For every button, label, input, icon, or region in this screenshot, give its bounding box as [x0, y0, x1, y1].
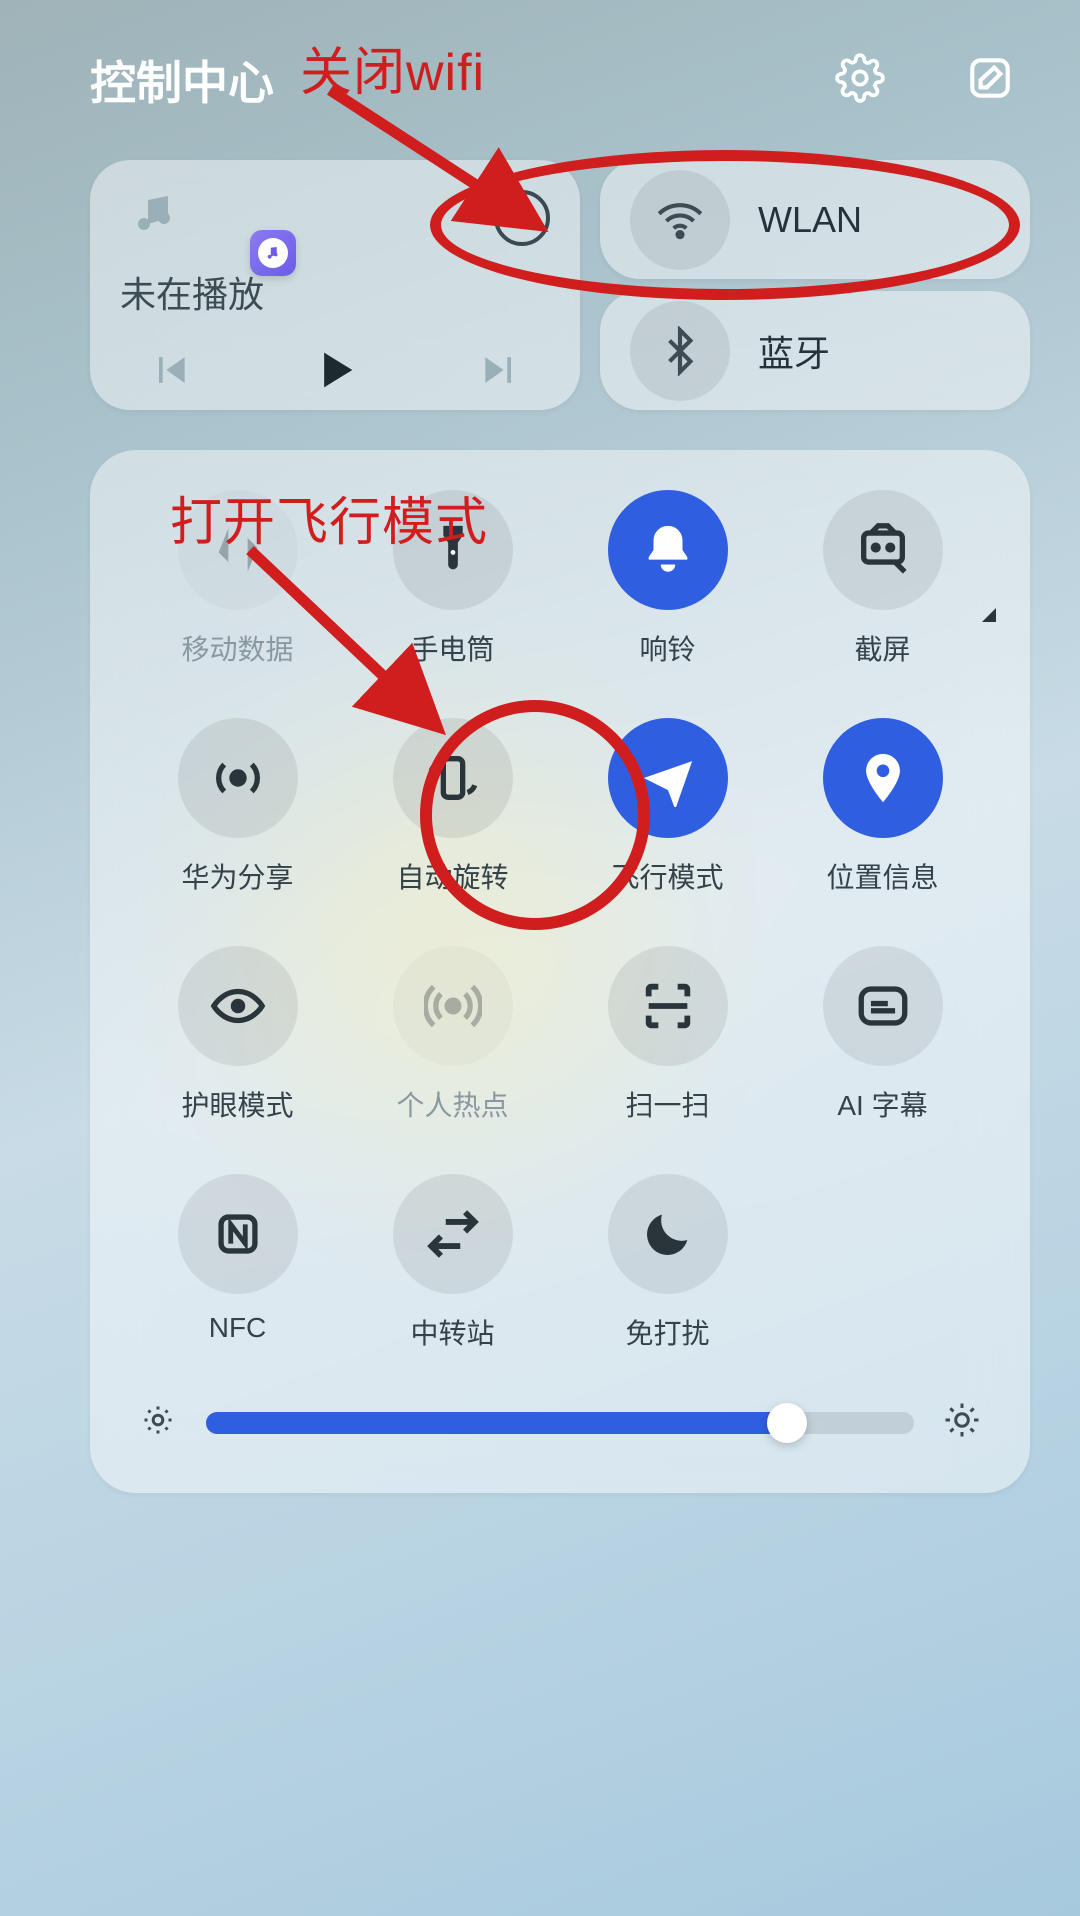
- scan-icon: [608, 946, 728, 1066]
- bluetooth-toggle[interactable]: 蓝牙: [600, 291, 1030, 410]
- bluetooth-label: 蓝牙: [758, 325, 830, 377]
- annotation-wifi-arrow: [320, 80, 620, 260]
- eye-comfort-toggle[interactable]: 护眼模式: [130, 946, 345, 1124]
- hotspot-toggle[interactable]: 个人热点: [345, 946, 560, 1124]
- settings-button[interactable]: [830, 50, 890, 110]
- gear-icon: [835, 53, 885, 108]
- toggle-label: 响铃: [639, 628, 695, 668]
- screenshot-icon: [823, 490, 943, 610]
- toggle-label: 中转站: [410, 1312, 494, 1352]
- brightness-high-icon: [944, 1402, 980, 1443]
- scan-toggle[interactable]: 扫一扫: [560, 946, 775, 1124]
- toggle-label: 护眼模式: [181, 1084, 293, 1124]
- toggle-label: 位置信息: [826, 856, 938, 896]
- toggle-label: 扫一扫: [625, 1084, 709, 1124]
- nfc-toggle[interactable]: NFC: [130, 1174, 345, 1352]
- play-button[interactable]: [305, 340, 365, 400]
- next-track-button[interactable]: [470, 340, 530, 400]
- brightness-thumb[interactable]: [767, 1403, 807, 1443]
- hotspot-icon: [393, 946, 513, 1066]
- transfer-icon: [393, 1174, 513, 1294]
- annotation-airplane-arrow: [240, 540, 500, 760]
- moon-icon: [608, 1174, 728, 1294]
- location-icon: [823, 718, 943, 838]
- transfer-toggle[interactable]: 中转站: [345, 1174, 560, 1352]
- brightness-slider[interactable]: [130, 1402, 990, 1443]
- edit-button[interactable]: [960, 50, 1020, 110]
- nfc-icon: [178, 1174, 298, 1294]
- media-status-text: 未在播放: [120, 266, 550, 318]
- page-title: 控制中心: [90, 47, 274, 113]
- previous-track-button[interactable]: [140, 340, 200, 400]
- toggle-label: 个人热点: [396, 1084, 508, 1124]
- bluetooth-icon: [630, 301, 730, 401]
- brightness-track[interactable]: [206, 1412, 914, 1434]
- music-app-badge: [250, 230, 296, 276]
- toggle-label: 截屏: [854, 628, 910, 668]
- edit-icon: [965, 53, 1015, 108]
- brightness-low-icon: [140, 1402, 176, 1443]
- ring-toggle[interactable]: 响铃: [560, 490, 775, 668]
- dnd-toggle[interactable]: 免打扰: [560, 1174, 775, 1352]
- eye-icon: [178, 946, 298, 1066]
- music-note-icon: [130, 190, 178, 243]
- expand-indicator: [982, 608, 996, 622]
- quick-toggle-panel: 移动数据 手电筒 响铃 截屏 华为分享: [90, 450, 1030, 1493]
- ai-subtitle-toggle[interactable]: AI 字幕: [775, 946, 990, 1124]
- toggle-label: 免打扰: [625, 1312, 709, 1352]
- toggle-label: NFC: [209, 1312, 267, 1344]
- bell-icon: [608, 490, 728, 610]
- subtitle-icon: [823, 946, 943, 1066]
- toggle-label: AI 字幕: [837, 1084, 927, 1124]
- location-toggle[interactable]: 位置信息: [775, 718, 990, 896]
- screenshot-toggle[interactable]: 截屏: [775, 490, 990, 668]
- toggle-label: 华为分享: [181, 856, 293, 896]
